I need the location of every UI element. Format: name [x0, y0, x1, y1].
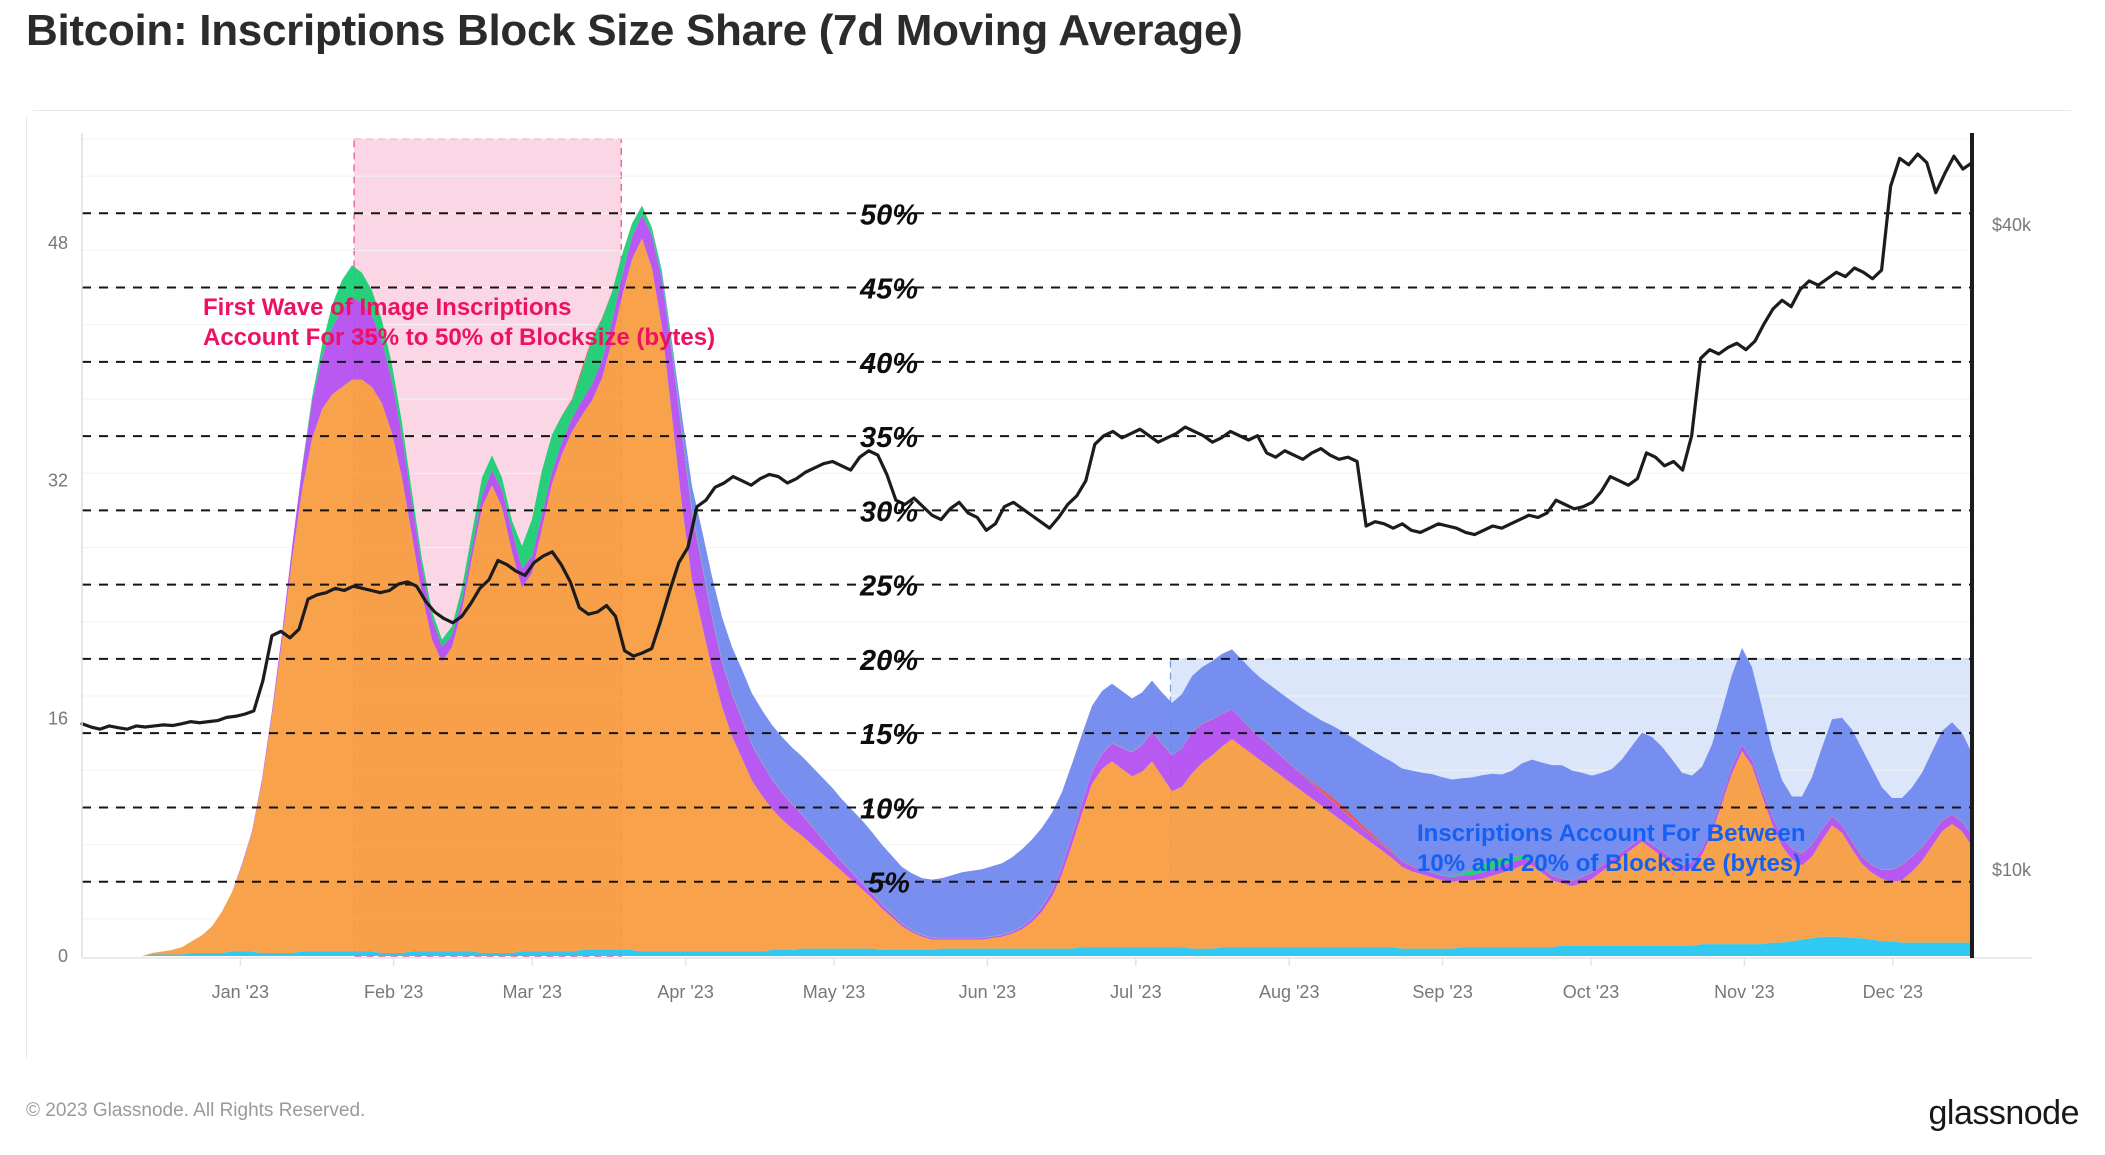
footer-copyright: © 2023 Glassnode. All Rights Reserved. — [26, 1100, 366, 1121]
x-tick-dec-23: Dec '23 — [1863, 982, 1923, 1002]
pct-label-5: 5% — [868, 868, 910, 900]
x-tick-sep-23: Sep '23 — [1412, 982, 1473, 1002]
annotation-first-wave-line1: First Wave of Image Inscriptions — [203, 294, 572, 321]
pct-label-35: 35% — [860, 422, 918, 454]
annotation-first-wave-line2: Account For 35% to 50% of Blocksize (byt… — [203, 323, 716, 351]
pct-label-25: 25% — [859, 571, 918, 603]
area-chart-svg[interactable]: 0 16 32 48 $10k $40k Jan '23 Feb '23 Mar '23 Apr … — [27, 111, 2079, 1066]
x-tick-mar-23: Mar '23 — [503, 982, 562, 1002]
y-left-tick-48: 48 — [48, 233, 68, 253]
pct-label-30: 30% — [860, 496, 918, 528]
x-tick-may-23: May '23 — [803, 982, 865, 1002]
annotation-inscriptions-share-line2: 10% and 20% of Blocksize (bytes) — [1417, 849, 1802, 877]
page-title: Bitcoin: Inscriptions Block Size Share (… — [26, 6, 1243, 55]
pct-label-50: 50% — [860, 199, 918, 231]
y-left-tick-16: 16 — [48, 708, 68, 728]
y-left-tick-0: 0 — [58, 946, 68, 966]
x-tick-nov-23: Nov '23 — [1714, 982, 1774, 1002]
x-tick-feb-23: Feb '23 — [364, 982, 423, 1002]
footer-logo: glassnode — [1928, 1094, 2079, 1132]
chart-card: Text/BRC-20AudioVideoTextImageOtherPrice… — [26, 110, 2079, 1066]
annotation-first-wave: First Wave of Image Inscriptions Account… — [203, 293, 715, 353]
x-tick-jul-23: Jul '23 — [1110, 982, 1161, 1002]
pct-label-20: 20% — [859, 645, 918, 677]
chart-plot-area[interactable]: 0 16 32 48 $10k $40k Jan '23 Feb '23 Mar '23 Apr … — [27, 111, 2079, 1066]
x-tick-apr-23: Apr '23 — [657, 982, 713, 1002]
x-tick-jan-23: Jan '23 — [212, 982, 269, 1002]
pct-label-10: 10% — [860, 793, 918, 825]
y-right-tick-10k: $10k — [1992, 860, 2032, 880]
x-tick-oct-23: Oct '23 — [1563, 982, 1619, 1002]
y-left-tick-32: 32 — [48, 471, 68, 491]
x-tick-jun-23: Jun '23 — [959, 982, 1016, 1002]
pct-label-45: 45% — [859, 274, 918, 306]
x-tick-aug-23: Aug '23 — [1259, 982, 1320, 1002]
pct-label-15: 15% — [860, 719, 918, 751]
annotation-inscriptions-share-line1: Inscriptions Account For Between — [1417, 820, 1806, 847]
annotation-inscriptions-share: Inscriptions Account For Between 10% and… — [1417, 819, 1806, 879]
pct-label-40: 40% — [859, 348, 918, 380]
y-right-tick-40k: $40k — [1992, 215, 2032, 235]
